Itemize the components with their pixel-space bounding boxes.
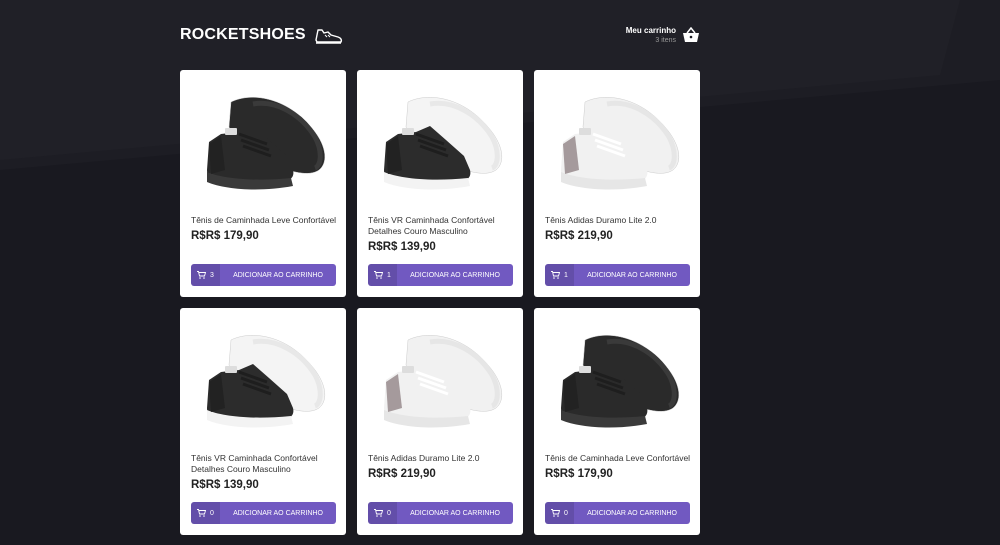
cart-quantity: 3: [191, 264, 220, 286]
add-to-cart-button[interactable]: 0 ADICIONAR AO CARRINHO: [368, 502, 513, 524]
cart-quantity-value: 1: [387, 271, 391, 279]
shoe-image: [207, 97, 326, 190]
shoe-image: [207, 335, 326, 428]
product-title: Tênis VR Caminhada Confortável Detalhes …: [368, 215, 495, 236]
product-price: R$R$ 219,90: [368, 468, 436, 480]
cart-title: Meu carrinho: [625, 26, 676, 35]
product-card: Tênis VR Caminhada Confortável Detalhes …: [357, 70, 523, 297]
add-to-cart-label: ADICIONAR AO CARRINHO: [233, 509, 323, 517]
product-title: Tênis VR Caminhada Confortável Detalhes …: [191, 453, 318, 474]
cart-count: 3 itens: [655, 37, 676, 44]
product-price: R$R$ 179,90: [545, 468, 613, 480]
add-cart-icon: [197, 509, 207, 517]
add-cart-icon: [197, 271, 207, 279]
add-to-cart-label: ADICIONAR AO CARRINHO: [410, 271, 500, 279]
add-cart-icon: [551, 509, 561, 517]
cart-quantity: 0: [545, 502, 574, 524]
product-card: Tênis de Caminhada Leve Confortável R$R$…: [534, 308, 700, 535]
product-title: Tênis Adidas Duramo Lite 2.0: [545, 215, 657, 225]
add-to-cart-button[interactable]: 1 ADICIONAR AO CARRINHO: [368, 264, 513, 286]
cart-quantity-value: 3: [210, 271, 214, 279]
product-title: Tênis de Caminhada Leve Confortável: [191, 215, 337, 225]
product-title: Tênis Adidas Duramo Lite 2.0: [368, 453, 480, 463]
cart-quantity-value: 1: [564, 271, 568, 279]
shoe-image: [384, 97, 503, 190]
add-cart-icon: [551, 271, 561, 279]
cart-quantity-value: 0: [210, 509, 214, 517]
add-to-cart-label: ADICIONAR AO CARRINHO: [233, 271, 323, 279]
product-card: Tênis Adidas Duramo Lite 2.0 R$R$ 219,90…: [534, 70, 700, 297]
product-price: R$R$ 179,90: [191, 230, 259, 242]
add-to-cart-button[interactable]: 0 ADICIONAR AO CARRINHO: [191, 502, 336, 524]
add-to-cart-button[interactable]: 3 ADICIONAR AO CARRINHO: [191, 264, 336, 286]
product-card: Tênis VR Caminhada Confortável Detalhes …: [180, 308, 346, 535]
product-grid: Tênis de Caminhada Leve Confortável R$R$…: [180, 70, 700, 535]
cart-link[interactable]: Meu carrinho 3 itens: [626, 26, 700, 44]
add-to-cart-label: ADICIONAR AO CARRINHO: [587, 271, 677, 279]
header: ROCKETSHOES Meu carrinho 3 itens: [180, 20, 700, 50]
product-card: Tênis Adidas Duramo Lite 2.0 R$R$ 219,90…: [357, 308, 523, 535]
add-to-cart-label: ADICIONAR AO CARRINHO: [587, 509, 677, 517]
cart-quantity: 0: [368, 502, 397, 524]
cart-quantity: 1: [545, 264, 574, 286]
logo-text: ROCKETSHOES: [180, 26, 306, 43]
shoe-logo-icon: [315, 29, 342, 44]
add-to-cart-label: ADICIONAR AO CARRINHO: [410, 509, 500, 517]
add-to-cart-button[interactable]: 1 ADICIONAR AO CARRINHO: [545, 264, 690, 286]
shoe-image: [561, 335, 680, 428]
shoe-image: [384, 335, 503, 428]
add-to-cart-button[interactable]: 0 ADICIONAR AO CARRINHO: [545, 502, 690, 524]
cart-quantity-value: 0: [564, 509, 568, 517]
product-price: R$R$ 139,90: [191, 479, 259, 491]
add-cart-icon: [374, 509, 384, 517]
cart-quantity-value: 0: [387, 509, 391, 517]
product-card: Tênis de Caminhada Leve Confortável R$R$…: [180, 70, 346, 297]
product-title: Tênis de Caminhada Leve Confortável: [545, 453, 691, 463]
product-price: R$R$ 139,90: [368, 241, 436, 253]
cart-quantity: 1: [368, 264, 397, 286]
product-price: R$R$ 219,90: [545, 230, 613, 242]
add-cart-icon: [374, 271, 384, 279]
basket-icon: [683, 27, 699, 42]
shoe-image: [561, 97, 680, 190]
cart-quantity: 0: [191, 502, 220, 524]
logo[interactable]: ROCKETSHOES: [180, 24, 344, 46]
